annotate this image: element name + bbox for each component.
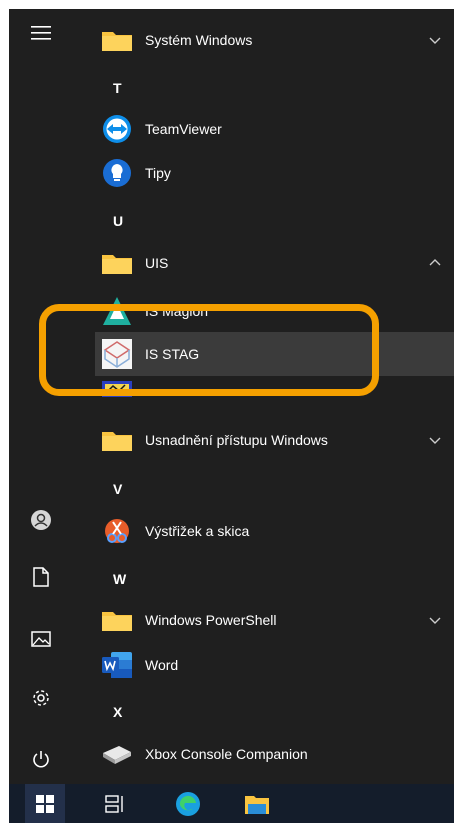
- start-menu-rail: [9, 9, 73, 784]
- app-label: TeamViewer: [145, 121, 222, 137]
- folder-icon: [101, 24, 133, 56]
- start-menu: Systém Windows T TeamViewer Tipy U UIS I…: [9, 9, 454, 784]
- group-letter-u[interactable]: U: [113, 206, 123, 236]
- word-icon: [101, 649, 133, 681]
- list-item-system-windows[interactable]: Systém Windows: [95, 18, 454, 62]
- edge-browser-icon[interactable]: [168, 784, 208, 823]
- task-view-icon[interactable]: [95, 784, 135, 823]
- list-item-xbox[interactable]: Xbox Console Companion: [95, 732, 454, 776]
- folder-icon: [101, 424, 133, 456]
- app-label: Tipy: [145, 165, 171, 181]
- chevron-up-icon: [429, 259, 441, 266]
- app-icon: [101, 373, 133, 405]
- list-item-uis[interactable]: UIS: [95, 241, 454, 285]
- list-item-is-magion[interactable]: IS Magion: [95, 289, 454, 333]
- app-label: Windows PowerShell: [145, 612, 277, 628]
- list-item-teamviewer[interactable]: TeamViewer: [95, 107, 454, 151]
- folder-icon: [101, 604, 133, 636]
- list-item-vystrizek[interactable]: Výstřižek a skica: [95, 509, 454, 553]
- user-avatar-icon[interactable]: [25, 504, 57, 536]
- group-letter-x[interactable]: X: [113, 697, 122, 727]
- app-label: IS STAG: [145, 346, 200, 362]
- power-icon[interactable]: [25, 743, 57, 775]
- app-label: Usnadnění přístupu Windows: [145, 432, 328, 448]
- list-item-tipy[interactable]: Tipy: [95, 151, 454, 195]
- list-item-is-stag[interactable]: IS STAG: [95, 332, 454, 376]
- hamburger-menu-icon[interactable]: [25, 17, 57, 49]
- group-letter-v[interactable]: V: [113, 474, 122, 504]
- app-label: Word: [145, 657, 179, 673]
- group-letter-t[interactable]: T: [113, 73, 122, 103]
- list-item-word[interactable]: Word: [95, 643, 454, 687]
- teamviewer-icon: [101, 113, 133, 145]
- xbox-console-icon: [101, 738, 133, 770]
- app-label: Výstřižek a skica: [145, 523, 250, 539]
- list-item-powershell[interactable]: Windows PowerShell: [95, 598, 454, 642]
- app-label: Xbox Console Companion: [145, 746, 308, 762]
- folder-icon: [101, 247, 133, 279]
- lightbulb-icon: [101, 157, 133, 189]
- chevron-down-icon: [429, 437, 441, 444]
- document-icon[interactable]: [25, 561, 57, 593]
- chevron-down-icon: [429, 37, 441, 44]
- app-list: Systém Windows T TeamViewer Tipy U UIS I…: [95, 9, 454, 784]
- list-item-usnadneni[interactable]: Usnadnění přístupu Windows: [95, 418, 454, 462]
- app-label: IS Magion: [145, 303, 209, 319]
- app-label: UIS: [145, 255, 169, 271]
- group-letter-w[interactable]: W: [113, 564, 126, 594]
- chevron-down-icon: [429, 617, 441, 624]
- pictures-icon[interactable]: [25, 623, 57, 655]
- file-explorer-icon[interactable]: [237, 784, 277, 823]
- taskbar: [9, 784, 454, 823]
- windows-start-icon[interactable]: [25, 784, 65, 823]
- gear-icon[interactable]: [25, 682, 57, 714]
- is-magion-icon: [101, 295, 133, 327]
- list-item-partially-hidden[interactable]: [95, 375, 454, 403]
- is-stag-icon: [101, 338, 133, 370]
- app-label: Systém Windows: [145, 32, 253, 48]
- snip-sketch-icon: [101, 515, 133, 547]
